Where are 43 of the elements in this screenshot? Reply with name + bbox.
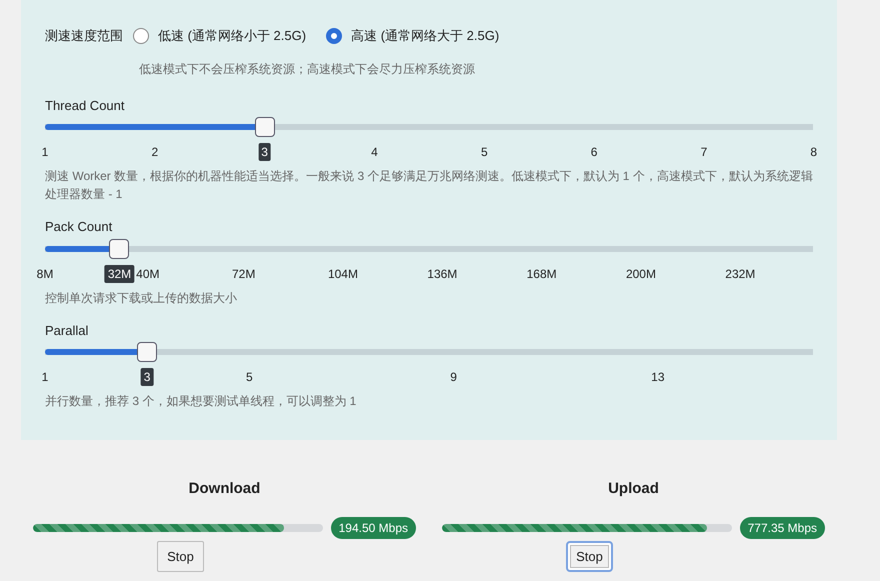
slider-label: Thread Count [45,96,126,114]
slider-thumb[interactable] [137,342,158,362]
test-title: Download [188,479,260,499]
tick-label: 200M [626,266,656,282]
tick-label: 13 [651,369,665,386]
tick-label: 8 [810,144,818,161]
tick-label: 1 [42,369,48,386]
hint-text: 低速模式下不会压榨系统资源；高速模式下会尽力压榨系统资源 [139,60,476,78]
tick-label: 232M [725,266,756,282]
field-label: 测速速度范围 [45,27,123,45]
stop-button[interactable]: Stop [157,540,204,572]
slider-thumb[interactable] [254,117,275,137]
radio-button[interactable] [133,28,149,44]
tick-label: 6 [590,144,598,161]
hint-text: 并行数量，推荐 3 个，如果想要测试单线程，可以调整为 1 [45,393,358,410]
value-tooltip: 3 [140,368,154,386]
hint-text: 测速 Worker 数量，根据你的机器性能适当选择。一般来说 3 个足够满足万兆网络测速。低速模式下，默认为 1 个，高速模式下，默认为系统逻辑处理器数量 - 1 [45,168,813,203]
tick-label: 104M [328,266,358,282]
stop-button[interactable]: Stop [566,540,613,572]
hint-text: 控制单次请求下载或上传的数据大小 [45,290,238,306]
slider-label: Parallal [45,322,90,340]
radio-label[interactable]: 低速 (通常网络小于 2.5G) [133,26,306,46]
tick-label: 7 [700,144,708,161]
test-title: Upload [608,479,659,499]
tick-label: 9 [450,369,457,386]
value-tooltip: 32M [104,264,134,282]
tick-label: 8M [36,266,54,282]
slider-label: Pack Count [45,218,114,236]
tick-label: 5 [246,369,253,386]
slider-thumb[interactable] [109,238,130,258]
tick-label: 136M [427,266,458,282]
tick-label: 2 [151,144,158,161]
tick-label: 40M [136,266,160,282]
radio-button[interactable] [326,28,342,44]
radio-label[interactable]: 高速 (通常网络大于 2.5G) [326,26,500,46]
tick-label: 5 [480,144,488,161]
tick-label: 4 [371,144,378,161]
tick-label: 72M [232,266,256,282]
speed-badge: 194.50 Mbps [330,516,416,538]
tick-label: 168M [526,266,557,282]
speed-badge: 777.35 Mbps [740,516,825,538]
value-tooltip: 3 [258,143,271,161]
tick-label: 1 [42,144,48,161]
